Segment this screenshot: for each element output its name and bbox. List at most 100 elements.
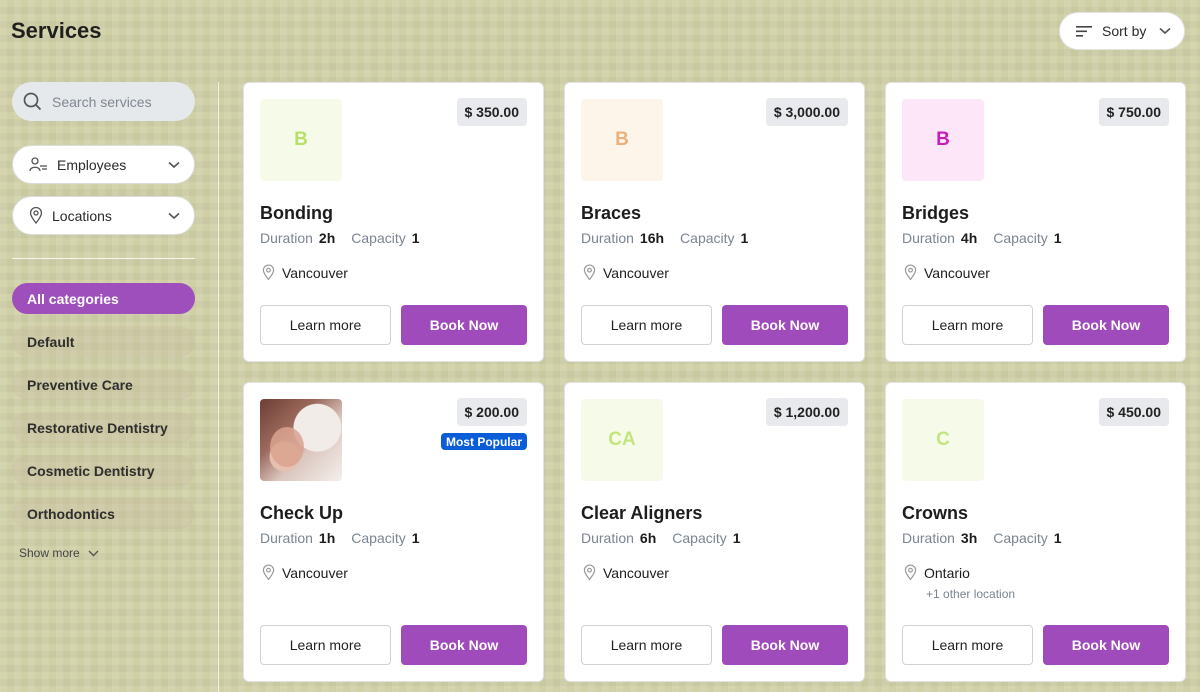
category-item[interactable]: Restorative Dentistry — [12, 412, 195, 443]
chevron-down-icon — [1159, 27, 1171, 35]
capacity-value: 1 — [1053, 230, 1062, 246]
service-card: B $ 350.00 Bonding Duration 2h Capacity 1 Vanco… — [243, 82, 544, 362]
learn-more-button[interactable]: Learn more — [260, 625, 391, 665]
capacity-label: Capacity — [993, 230, 1048, 246]
book-now-button[interactable]: Book Now — [401, 625, 527, 665]
location-name: Vancouver — [603, 264, 669, 281]
capacity-value: 1 — [411, 530, 420, 546]
service-name: Bridges — [902, 203, 970, 223]
service-price: $ 3,000.00 — [765, 98, 848, 126]
book-now-button[interactable]: Book Now — [1043, 305, 1169, 345]
chevron-down-icon — [168, 212, 180, 219]
service-price: $ 350.00 — [456, 98, 527, 126]
capacity-label: Capacity — [351, 530, 406, 546]
service-location: Ontario — [904, 564, 970, 581]
chevron-down-icon — [168, 161, 180, 168]
service-meta: Duration 1h Capacity 1 — [260, 530, 430, 546]
location-pin-icon — [583, 264, 596, 281]
service-name: Clear Aligners — [581, 503, 703, 523]
learn-more-button[interactable]: Learn more — [260, 305, 391, 345]
duration-value: 6h — [639, 530, 657, 546]
capacity-value: 1 — [411, 230, 420, 246]
capacity-label: Capacity — [680, 230, 735, 246]
employees-select[interactable]: Employees — [12, 145, 195, 184]
category-item[interactable]: Default — [12, 326, 195, 357]
service-initials: B — [294, 129, 308, 150]
book-now-button[interactable]: Book Now — [722, 305, 848, 345]
service-price: $ 750.00 — [1098, 98, 1169, 126]
learn-more-button[interactable]: Learn more — [902, 625, 1033, 665]
duration-label: Duration — [581, 530, 634, 546]
service-name: Check Up — [260, 503, 344, 523]
service-meta: Duration 4h Capacity 1 — [902, 230, 1072, 246]
show-more-button[interactable]: Show more — [19, 546, 99, 560]
category-divider — [12, 258, 195, 259]
service-location: Vancouver — [583, 564, 669, 581]
learn-more-button[interactable]: Learn more — [902, 305, 1033, 345]
service-price: $ 1,200.00 — [765, 398, 848, 426]
location-pin-icon — [262, 564, 275, 581]
sort-by-button[interactable]: Sort by — [1059, 12, 1185, 50]
service-initials-avatar: C — [902, 399, 984, 481]
search-icon — [23, 92, 42, 111]
location-name: Vancouver — [282, 264, 348, 281]
duration-label: Duration — [902, 230, 955, 246]
category-list: All categories Default Preventive Care Rest… — [12, 283, 195, 541]
service-location: Vancouver — [262, 264, 348, 281]
service-card: $ 200.00 Most Popular Check Up Duration 1h Ca… — [243, 382, 544, 682]
duration-value: 1h — [318, 530, 336, 546]
service-card: B $ 750.00 Bridges Duration 4h Capacity 1 Vanco… — [885, 82, 1186, 362]
search-input[interactable] — [52, 93, 182, 110]
service-initials: CA — [608, 429, 636, 450]
employees-label: Employees — [57, 156, 127, 173]
service-card: B $ 3,000.00 Braces Duration 16h Capacity 1 Van… — [564, 82, 865, 362]
location-pin-icon — [904, 264, 917, 281]
service-price: $ 200.00 — [456, 398, 527, 426]
service-initials-avatar: B — [902, 99, 984, 181]
capacity-value: 1 — [1053, 530, 1062, 546]
location-pin-icon — [29, 207, 43, 224]
service-meta: Duration 3h Capacity 1 — [902, 530, 1072, 546]
service-meta: Duration 2h Capacity 1 — [260, 230, 430, 246]
location-pin-icon — [262, 264, 275, 281]
service-initials-avatar: B — [260, 99, 342, 181]
location-name: Vancouver — [282, 564, 348, 581]
duration-label: Duration — [260, 530, 313, 546]
service-initials: B — [936, 129, 950, 150]
locations-select[interactable]: Locations — [12, 196, 195, 235]
service-meta: Duration 16h Capacity 1 — [581, 230, 758, 246]
service-initials: B — [615, 129, 629, 150]
duration-label: Duration — [260, 230, 313, 246]
service-name: Crowns — [902, 503, 969, 523]
duration-label: Duration — [902, 530, 955, 546]
capacity-label: Capacity — [993, 530, 1048, 546]
service-initials: C — [936, 429, 950, 450]
page-title: Services — [11, 18, 102, 43]
learn-more-button[interactable]: Learn more — [581, 625, 712, 665]
location-pin-icon — [904, 564, 917, 581]
book-now-button[interactable]: Book Now — [722, 625, 848, 665]
learn-more-button[interactable]: Learn more — [581, 305, 712, 345]
duration-label: Duration — [581, 230, 634, 246]
search-box[interactable] — [12, 82, 195, 121]
duration-value: 3h — [960, 530, 978, 546]
category-item[interactable]: All categories — [12, 283, 195, 314]
category-item[interactable]: Cosmetic Dentistry — [12, 455, 195, 486]
location-pin-icon — [583, 564, 596, 581]
service-photo — [260, 399, 342, 481]
duration-value: 4h — [960, 230, 978, 246]
service-initials-avatar: B — [581, 99, 663, 181]
book-now-button[interactable]: Book Now — [1043, 625, 1169, 665]
location-name: Vancouver — [603, 564, 669, 581]
employee-icon — [29, 157, 47, 172]
service-location: Vancouver — [583, 264, 669, 281]
sidebar-divider — [218, 82, 219, 692]
capacity-value: 1 — [732, 530, 741, 546]
service-card: CA $ 1,200.00 Clear Aligners Duration 6h Capa… — [564, 382, 865, 682]
show-more-label: Show more — [19, 546, 80, 560]
category-item[interactable]: Orthodontics — [12, 498, 195, 529]
location-name: Vancouver — [924, 264, 990, 281]
book-now-button[interactable]: Book Now — [401, 305, 527, 345]
service-price: $ 450.00 — [1098, 398, 1169, 426]
category-item[interactable]: Preventive Care — [12, 369, 195, 400]
